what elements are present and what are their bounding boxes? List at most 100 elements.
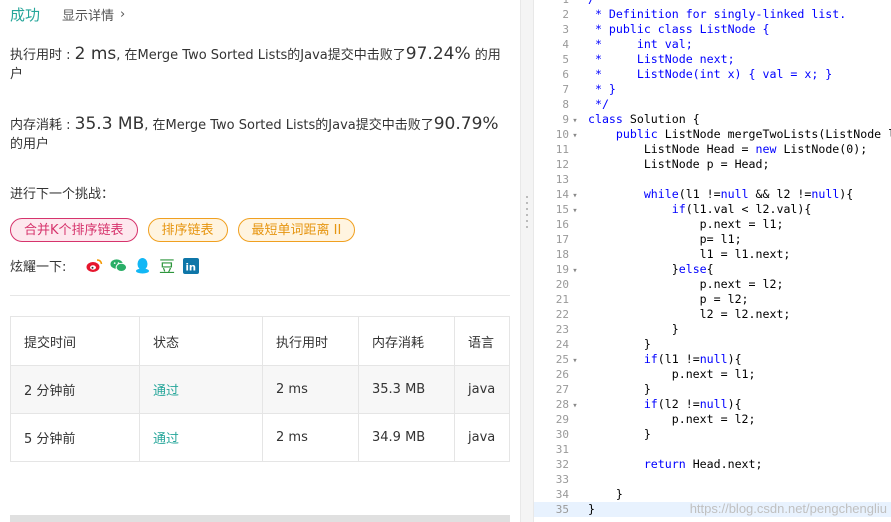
code-line: 10 ▾ public ListNode mergeTwoLists(ListNo…	[534, 127, 891, 142]
tag-sort-list[interactable]: 排序链表	[147, 218, 228, 242]
line-number: 35	[555, 503, 569, 516]
line-number: 11	[555, 143, 569, 156]
code-line: 15 ▾ if(l1.val < l2.val){	[534, 202, 891, 217]
code-text: /*	[581, 0, 602, 6]
code-text: * ListNode(int x) { val = x; }	[581, 67, 833, 81]
code-line: 27 }	[534, 382, 891, 397]
code-text: * }	[581, 82, 616, 96]
code-line: 25 ▾ if(l1 !=null){	[534, 352, 891, 367]
memory-percentile: 90.79%	[433, 114, 499, 134]
grip-dots-icon	[526, 196, 529, 232]
code-line: 1 /*	[534, 0, 891, 7]
qq-icon[interactable]	[134, 257, 151, 274]
line-number: 13	[555, 173, 569, 186]
line-number: 16	[555, 218, 569, 231]
line-number: 19	[555, 263, 569, 276]
douban-icon[interactable]: 豆	[158, 257, 175, 274]
result-status-row: 成功 显示详情 ›	[10, 4, 125, 24]
code-line: 23 }	[534, 322, 891, 337]
code-line: 20 p.next = l2;	[534, 277, 891, 292]
code-text: p = l2;	[587, 292, 749, 306]
share-row: 炫耀一下: 豆 in	[10, 256, 199, 275]
line-number: 23	[555, 323, 569, 336]
code-text: }	[587, 427, 651, 441]
line-number: 27	[555, 383, 569, 396]
line-number: 18	[555, 248, 569, 261]
tag-shortest-word-distance-ii[interactable]: 最短单词距离 II	[237, 218, 356, 242]
code-line: 12 ListNode p = Head;	[534, 157, 891, 172]
cell-status-link[interactable]: 通过	[139, 413, 263, 462]
code-line: 31	[534, 442, 891, 457]
cell-runtime: 2 ms	[262, 365, 359, 414]
code-text: }	[587, 337, 651, 351]
code-text: }else{	[587, 262, 714, 276]
panel-resize-handle[interactable]	[520, 0, 534, 522]
code-line: 7 * }	[534, 82, 891, 97]
memory-label: 内存消耗 :	[10, 118, 75, 133]
chevron-right-icon: ›	[120, 6, 126, 22]
wechat-icon[interactable]	[110, 257, 128, 274]
line-number: 24	[555, 338, 569, 351]
code-text: p= l1;	[587, 232, 742, 246]
line-number: 28	[555, 398, 569, 411]
next-challenge-tags: 合并K个排序链表 排序链表 最短单词距离 II	[10, 218, 356, 242]
code-line: 24 }	[534, 337, 891, 352]
cell-submit-time: 2 分钟前	[10, 365, 140, 414]
line-number: 34	[555, 488, 569, 501]
code-line: 11 ListNode Head = new ListNode(0);	[534, 142, 891, 157]
line-number: 33	[555, 473, 569, 486]
cell-status-link[interactable]: 通过	[139, 365, 263, 414]
code-text: ListNode p = Head;	[587, 157, 770, 171]
code-line: 22 l2 = l2.next;	[534, 307, 891, 322]
runtime-percentile: 97.24%	[405, 44, 471, 64]
code-text: ListNode Head = new ListNode(0);	[587, 142, 868, 156]
next-challenge-title: 进行下一个挑战：	[10, 187, 115, 202]
cell-language: java	[454, 413, 510, 462]
horizontal-scrollbar[interactable]	[10, 515, 510, 522]
code-line: 21 p = l2;	[534, 292, 891, 307]
line-number: 8	[562, 98, 569, 111]
weibo-icon[interactable]	[86, 257, 103, 274]
code-text: p.next = l2;	[587, 412, 756, 426]
runtime-value: 2 ms	[74, 44, 117, 64]
line-number: 6	[562, 68, 569, 81]
code-line: 9 ▾ class Solution {	[534, 112, 891, 127]
svg-text:in: in	[185, 262, 196, 273]
status-success: 成功	[10, 5, 41, 24]
line-number: 26	[555, 368, 569, 381]
line-number: 15	[555, 203, 569, 216]
show-details-link[interactable]: 显示详情 ›	[62, 5, 125, 24]
runtime-text: , 在Merge Two Sorted Lists的Java提交中击败了	[116, 48, 406, 63]
header-memory: 内存消耗	[358, 316, 455, 366]
share-label: 炫耀一下:	[10, 260, 67, 275]
code-line: 33	[534, 472, 891, 487]
table-row[interactable]: 5 分钟前 通过 2 ms 34.9 MB java	[10, 413, 510, 462]
line-number: 9	[562, 113, 569, 126]
code-editor[interactable]: 1 /*2 * Definition for singly-linked lis…	[534, 0, 891, 522]
submissions-table: 提交时间 状态 执行用时 内存消耗 语言 2 分钟前 通过 2 ms 35.3 …	[10, 316, 510, 462]
line-number: 7	[562, 83, 569, 96]
line-number: 22	[555, 308, 569, 321]
table-row[interactable]: 2 分钟前 通过 2 ms 35.3 MB java	[10, 365, 510, 414]
code-line: 8 */	[534, 97, 891, 112]
code-line: 18 l1 = l1.next;	[534, 247, 891, 262]
line-number: 25	[555, 353, 569, 366]
line-number: 10	[555, 128, 569, 141]
linkedin-icon[interactable]: in	[182, 257, 199, 274]
tag-merge-k-sorted-lists[interactable]: 合并K个排序链表	[10, 218, 138, 242]
line-number: 2	[562, 8, 569, 21]
code-line: 28 ▾ if(l2 !=null){	[534, 397, 891, 412]
code-line: 19 ▾ }else{	[534, 262, 891, 277]
line-number: 20	[555, 278, 569, 291]
code-line: 17 p= l1;	[534, 232, 891, 247]
code-text: if(l1.val < l2.val){	[671, 202, 812, 216]
code-text: }	[587, 322, 679, 336]
code-text: * public class ListNode {	[581, 22, 770, 36]
code-line: 14 ▾ while(l1 !=null && l2 !=null){	[534, 187, 891, 202]
memory-tail: 的用户	[10, 137, 50, 152]
header-status: 状态	[139, 316, 263, 366]
result-panel: 成功 显示详情 › 执行用时 : 2 ms, 在Merge Two Sorted…	[0, 0, 520, 522]
code-text: class Solution {	[587, 112, 700, 126]
memory-text: , 在Merge Two Sorted Lists的Java提交中击败了	[144, 118, 434, 133]
